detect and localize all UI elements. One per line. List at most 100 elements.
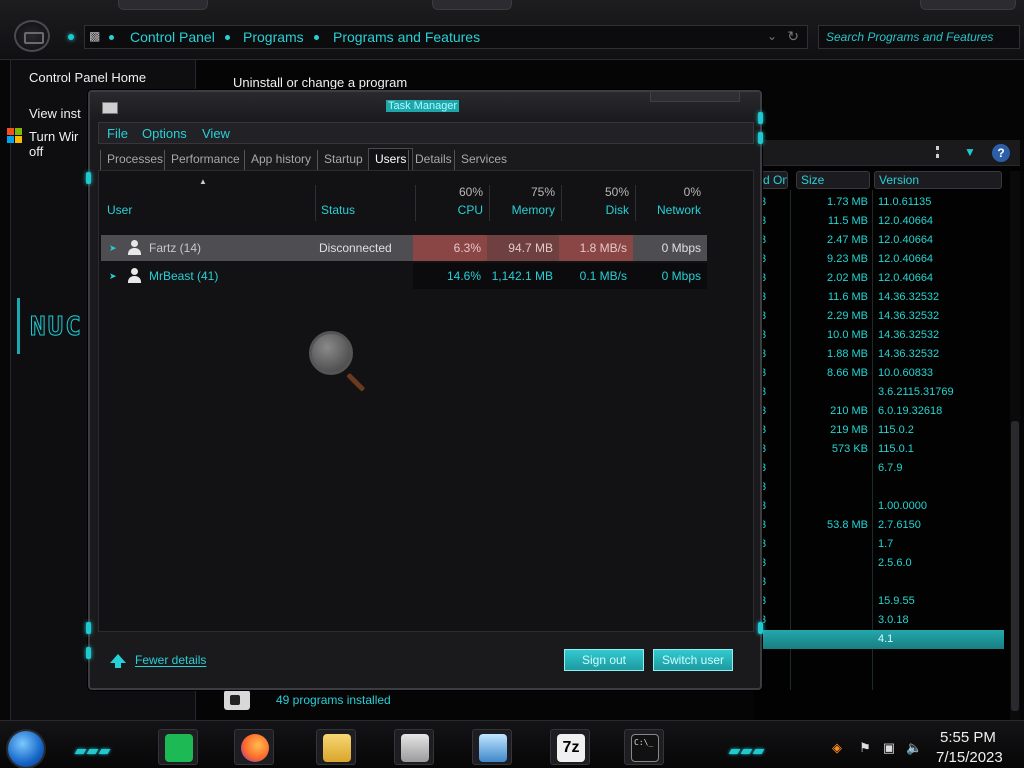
- scrollbar-thumb[interactable]: [1011, 421, 1019, 711]
- 7zip-icon[interactable]: 7z: [550, 729, 590, 765]
- address-bar[interactable]: ▩ Control Panel Programs Programs and Fe…: [84, 25, 808, 49]
- chevron-down-icon[interactable]: ▼: [964, 145, 976, 159]
- fewer-details-arrow-icon[interactable]: [110, 654, 126, 668]
- tab-app-history[interactable]: App history: [244, 150, 311, 170]
- breadcrumb-programs-and-features[interactable]: Programs and Features: [333, 29, 480, 45]
- user-row[interactable]: ➤ MrBeast (41) 14.6% 1,142.1 MB 0.1 MB/s…: [101, 263, 707, 289]
- tray-app-icon[interactable]: ◈: [830, 741, 844, 755]
- column-disk[interactable]: 50% Disk: [561, 185, 635, 221]
- memory-cell: 1,142.1 MB: [487, 263, 559, 289]
- program-row[interactable]: 3 1.73 MB 11.0.61135: [754, 193, 1004, 212]
- program-row[interactable]: 3 210 MB 6.0.19.32618: [754, 402, 1004, 421]
- volume-icon[interactable]: 🔈: [906, 741, 922, 755]
- control-panel-home-link[interactable]: Control Panel Home: [29, 70, 146, 85]
- fewer-details-link[interactable]: Fewer details: [135, 653, 206, 667]
- program-row[interactable]: 3 6.7.9: [754, 459, 1004, 478]
- breadcrumb-control-panel[interactable]: Control Panel: [130, 29, 215, 45]
- program-row[interactable]: 3: [754, 573, 1004, 592]
- column-network[interactable]: 0% Network: [635, 185, 707, 221]
- action-center-flag-icon[interactable]: ⚑: [858, 741, 872, 755]
- size-cell: 9.23 MB: [827, 253, 868, 265]
- version-cell: 2.7.6150: [878, 519, 921, 531]
- breadcrumb-programs[interactable]: Programs: [243, 29, 304, 45]
- title-bar[interactable]: Task Manager: [90, 92, 760, 122]
- program-row[interactable]: 3 8.66 MB 10.0.60833: [754, 364, 1004, 383]
- users-table: ▲ User Status 60% CPU 75% Memory 50% Dis…: [98, 170, 754, 632]
- refresh-icon[interactable]: ↻: [787, 28, 799, 45]
- clock-time[interactable]: 5:55 PM: [940, 729, 996, 746]
- sign-out-button[interactable]: Sign out: [564, 649, 644, 671]
- cmd-icon[interactable]: C:\_: [624, 729, 664, 765]
- view-installed-updates-link[interactable]: View inst: [29, 106, 81, 121]
- program-row[interactable]: 3 3.6.2115.31769: [754, 383, 1004, 402]
- clock-date[interactable]: 7/15/2023: [936, 749, 1003, 766]
- program-row[interactable]: 3 53.8 MB 2.7.6150: [754, 516, 1004, 535]
- menu-view[interactable]: View: [202, 126, 230, 141]
- column-divider: [315, 185, 316, 221]
- program-row[interactable]: 3 219 MB 115.0.2: [754, 421, 1004, 440]
- shield-icon: [7, 128, 23, 144]
- program-row[interactable]: 3 1.7: [754, 535, 1004, 554]
- size-cell: 2.47 MB: [827, 234, 868, 246]
- column-version[interactable]: Version: [874, 171, 1002, 189]
- program-row[interactable]: 3 2.5.6.0: [754, 554, 1004, 573]
- expand-arrow-icon[interactable]: ➤: [109, 263, 117, 289]
- tab-services[interactable]: Services: [454, 150, 507, 170]
- column-cpu[interactable]: 60% CPU: [415, 185, 489, 221]
- program-row[interactable]: 3 2.47 MB 12.0.40664: [754, 231, 1004, 250]
- firefox-icon[interactable]: [234, 729, 274, 765]
- program-row[interactable]: 3 11.5 MB 12.0.40664: [754, 212, 1004, 231]
- user-row[interactable]: ➤ Fartz (14) Disconnected 6.3% 94.7 MB 1…: [101, 235, 707, 261]
- program-row[interactable]: 3 3.0.18: [754, 611, 1004, 630]
- program-row[interactable]: 3 10.0 MB 14.36.32532: [754, 326, 1004, 345]
- tab-processes[interactable]: Processes: [100, 150, 163, 170]
- size-cell: 53.8 MB: [827, 519, 868, 531]
- program-row[interactable]: 3 2.29 MB 14.36.32532: [754, 307, 1004, 326]
- column-user[interactable]: User: [107, 185, 307, 221]
- version-cell: 1.7: [878, 538, 894, 550]
- back-forward-orb-icon[interactable]: [14, 20, 50, 52]
- control-panel-icon[interactable]: [472, 729, 512, 765]
- switch-user-button[interactable]: Switch user: [653, 649, 733, 671]
- program-row[interactable]: 3 11.6 MB 14.36.32532: [754, 288, 1004, 307]
- change-view-icon[interactable]: [936, 146, 950, 158]
- column-memory[interactable]: 75% Memory: [489, 185, 561, 221]
- column-installed-on[interactable]: d On: [758, 171, 788, 189]
- chevron-down-icon[interactable]: ⌄: [767, 29, 777, 43]
- program-row[interactable]: 3 573 KB 115.0.1: [754, 440, 1004, 459]
- tab-startup[interactable]: Startup: [317, 150, 363, 170]
- program-row[interactable]: 3 1.88 MB 14.36.32532: [754, 345, 1004, 364]
- scrollbar[interactable]: [1010, 171, 1020, 720]
- tab-details[interactable]: Details: [408, 150, 452, 170]
- program-row[interactable]: 3 2.02 MB 12.0.40664: [754, 269, 1004, 288]
- spotify-icon[interactable]: [158, 729, 198, 765]
- turn-windows-features-link-line2[interactable]: off: [29, 144, 43, 159]
- column-status[interactable]: Status: [321, 185, 411, 221]
- program-row[interactable]: 3 9.23 MB 12.0.40664: [754, 250, 1004, 269]
- size-cell: 8.66 MB: [827, 367, 868, 379]
- start-orb-icon[interactable]: [8, 731, 44, 767]
- programs-list[interactable]: ▼ ? d On Size Version 3 1.73 MB 11.0.61135…: [754, 140, 1020, 720]
- help-icon[interactable]: ?: [992, 144, 1010, 162]
- tab-performance[interactable]: Performance: [164, 150, 240, 170]
- expand-arrow-icon[interactable]: ➤: [109, 235, 117, 261]
- task-manager-icon[interactable]: [394, 729, 434, 765]
- program-row[interactable]: 4.1: [754, 630, 1004, 649]
- file-explorer-icon[interactable]: [316, 729, 356, 765]
- menu-options[interactable]: Options: [142, 126, 187, 141]
- version-cell: 15.9.55: [878, 595, 915, 607]
- program-row[interactable]: 3 1.00.0000: [754, 497, 1004, 516]
- turn-windows-features-link[interactable]: Turn Wir: [29, 129, 78, 144]
- user-avatar-icon: [127, 268, 142, 283]
- search-input[interactable]: Search Programs and Features: [818, 25, 1020, 49]
- program-row[interactable]: 3: [754, 478, 1004, 497]
- size-cell: 11.5 MB: [827, 215, 868, 227]
- network-icon[interactable]: ▣: [882, 741, 896, 755]
- frame-accent: [758, 112, 763, 124]
- menu-file[interactable]: File: [107, 126, 128, 141]
- version-cell: 115.0.2: [878, 424, 914, 436]
- program-row[interactable]: 3 15.9.55: [754, 592, 1004, 611]
- tab-users[interactable]: Users: [368, 148, 414, 170]
- column-size[interactable]: Size: [796, 171, 870, 189]
- user-avatar-icon: [127, 240, 142, 255]
